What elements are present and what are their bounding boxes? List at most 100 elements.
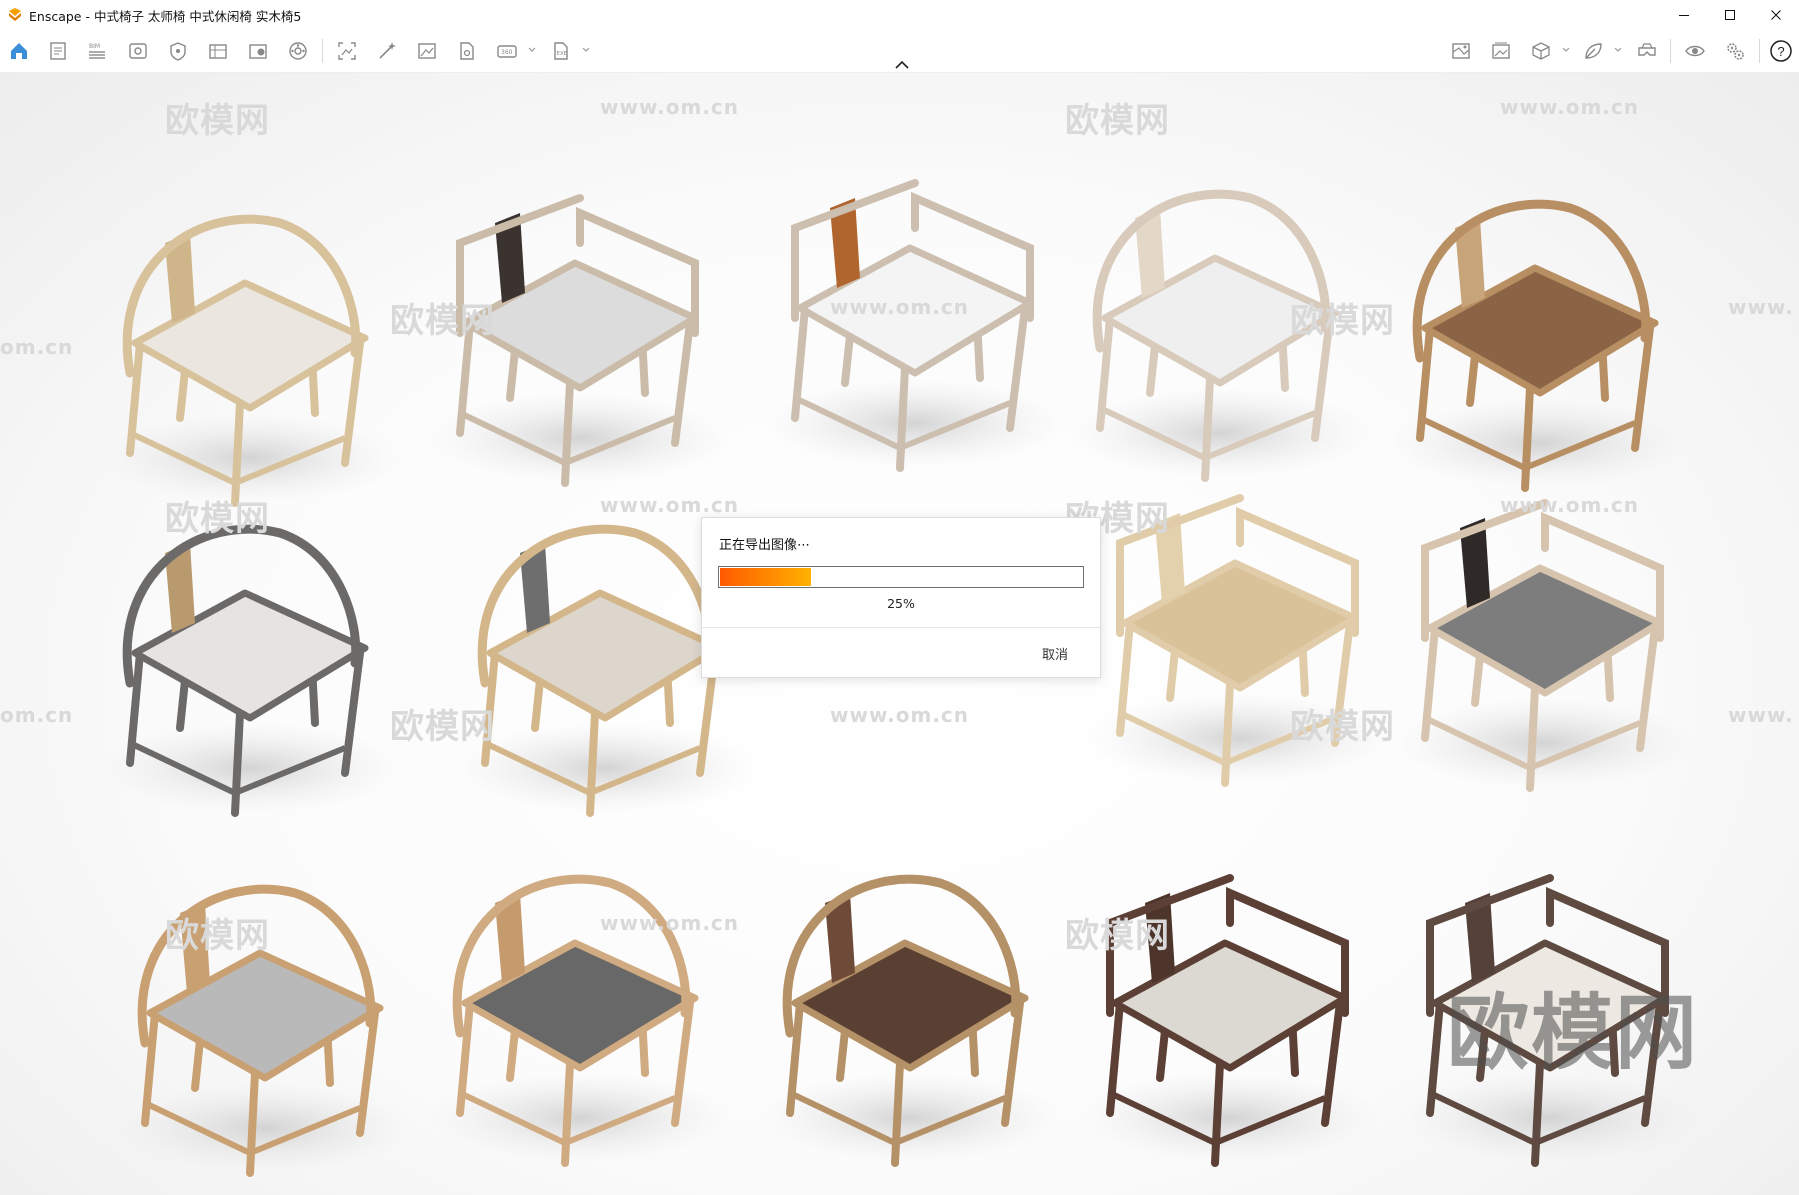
leaf-dropdown-button[interactable] [1613,44,1623,56]
vr-headset-icon [1638,43,1656,56]
safe-frame-icon [170,42,186,61]
settings-button[interactable] [1721,37,1749,65]
svg-text:BIM: BIM [89,43,100,50]
export-progress-bar [718,566,1084,588]
panorama-dropdown-button[interactable] [527,44,537,56]
home-icon [11,43,27,59]
watermark-domain: www.om.cn [1500,95,1640,119]
document-export-icon [460,42,474,60]
material-library-icon [209,44,227,59]
screenshot-button[interactable] [333,37,361,65]
svg-text:EXE: EXE [557,51,568,57]
bim-list-button[interactable]: BIM [83,37,111,65]
chevron-down-icon [1562,47,1570,52]
gallery-icon [1492,42,1510,59]
enscape-logo-icon [9,8,21,21]
watermark-brand: 欧模网 [165,101,270,141]
image-export-icon [418,43,436,59]
visibility-button[interactable] [1681,37,1709,65]
chair-model [100,524,400,817]
bim-sheet-icon [50,42,66,60]
chevron-down-icon [528,47,536,52]
chevron-down-icon [582,47,590,52]
watermark-domain-cut: www. [1728,703,1794,727]
leaf-button[interactable] [1579,37,1607,65]
chair-model [765,179,1065,472]
home-button[interactable] [5,37,33,65]
exe-dropdown-button[interactable] [581,44,591,56]
close-icon [1771,10,1781,20]
maximize-button[interactable] [1707,0,1753,30]
dialog-divider [702,627,1100,628]
watermark-brand-large: 欧模网 [1446,986,1699,1081]
safe-frame-button[interactable] [164,37,192,65]
map-button[interactable] [1447,37,1475,65]
watermark-brand: 欧模网 [390,707,495,747]
watermark-brand: 欧模网 [1290,707,1395,747]
chair-model [1395,499,1695,792]
minimize-button[interactable] [1661,0,1707,30]
watermark-brand: 欧模网 [1065,101,1170,141]
export-progress-dialog: 正在导出图像⋯ 25% 取消 [701,517,1101,678]
material-library-button[interactable] [204,37,232,65]
cancel-button[interactable]: 取消 [1042,644,1068,663]
panorama-360-icon: 360 [497,45,517,58]
map-icon [1452,43,1470,59]
watermark-brand: 欧模网 [1290,301,1395,341]
screenshot-icon [338,42,356,60]
panorama-360-button[interactable]: 360 [493,37,521,65]
collapse-toolbar-icon[interactable] [893,60,911,70]
image-export-button[interactable] [413,37,441,65]
bim-list-icon: BIM [89,43,105,59]
watermark-domain: www.om.cn [600,911,740,935]
watermark-domain: www.om.cn [600,493,740,517]
help-button[interactable]: ? [1767,37,1795,65]
dialog-title: 正在导出图像⋯ [719,538,811,553]
toolbar-separator [322,39,323,63]
vr-headset-button[interactable] [1633,37,1661,65]
maximize-icon [1725,10,1735,20]
chair-model [760,874,1060,1167]
settings-wheel-icon [289,42,307,60]
view-button[interactable] [124,37,152,65]
watermark-domain: www.om.cn [830,295,970,319]
settings-wheel-button[interactable] [284,37,312,65]
watermark-domain-short: om.cn [0,703,74,727]
watermark-brand: 欧模网 [390,301,495,341]
minimize-icon [1679,15,1689,16]
document-export-button[interactable] [453,37,481,65]
chevron-down-icon [1614,47,1622,52]
cube-dropdown-button[interactable] [1561,44,1571,56]
exe-export-button[interactable]: EXE [547,37,575,65]
magic-wand-button[interactable] [373,37,401,65]
magic-wand-icon [379,42,396,59]
chair-model [100,214,400,507]
progress-bar-fill [720,568,811,586]
watermark-domain-cut: www. [1728,295,1794,319]
chair-model [1390,199,1690,492]
view-icon [129,43,147,59]
eye-icon [1685,45,1705,57]
watermark-domain: www.om.cn [600,95,740,119]
gears-icon [1727,43,1744,60]
watermark-domain: www.om.cn [830,703,970,727]
help-icon: ? [1770,40,1792,62]
toolbar-separator [1759,39,1760,63]
watermark-domain-short: om.cn [0,335,74,359]
toolbar-separator [1670,39,1671,63]
gallery-button[interactable] [1487,37,1515,65]
watermark-brand: 欧模网 [1065,916,1170,956]
asset-library-icon [249,44,267,59]
exe-export-icon: EXE [554,42,568,60]
watermark-brand: 欧模网 [165,499,270,539]
close-button[interactable] [1753,0,1799,30]
progress-percent-label: 25% [887,596,915,611]
cube-button[interactable] [1527,37,1555,65]
help-label: ? [1777,44,1784,59]
cube-icon [1532,42,1550,60]
leaf-icon [1585,43,1602,59]
asset-library-button[interactable] [244,37,272,65]
watermark-domain: www.om.cn [1500,493,1640,517]
bim-sheet-button[interactable] [44,37,72,65]
title-bar: Enscape - 中式椅子 太师椅 中式休闲椅 实木椅5 [0,0,1799,30]
